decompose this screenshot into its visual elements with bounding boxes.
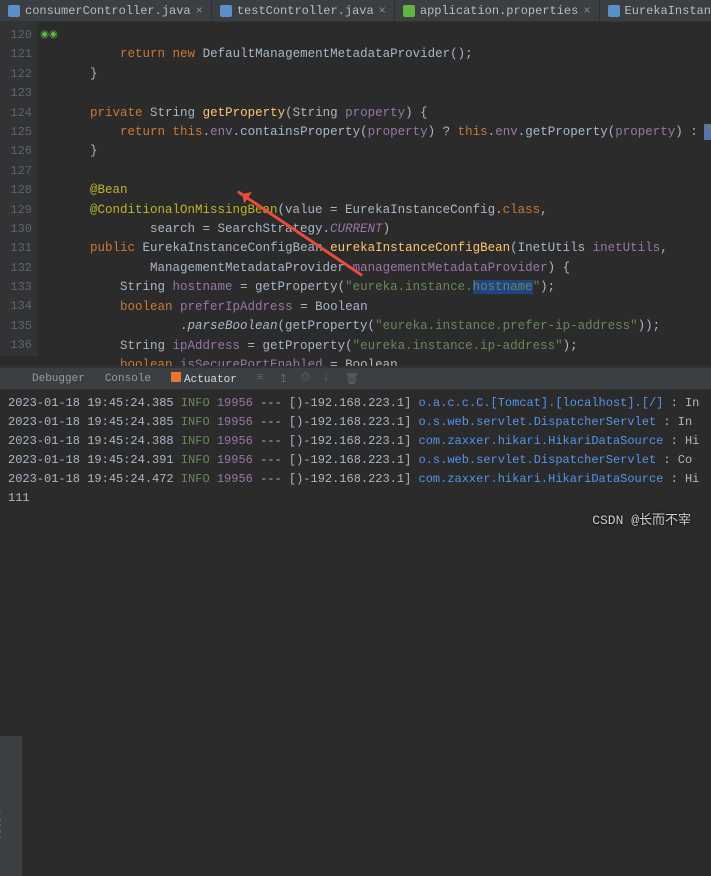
java-icon	[608, 5, 620, 17]
log-line: 2023-01-18 19:45:24.472 INFO 19956 --- […	[8, 470, 703, 489]
tab-config-bean[interactable]: EurekaInstanceConfigBean.java×	[600, 0, 711, 21]
actuator-icon	[171, 372, 181, 382]
panel-toolbar: ≡ ↥ ⎙ ↓ 🗑	[257, 372, 359, 386]
properties-icon	[403, 5, 415, 17]
close-icon[interactable]: ×	[196, 4, 203, 18]
tab-consumer[interactable]: consumerController.java×	[0, 0, 212, 21]
tab-console[interactable]: Console	[95, 373, 161, 385]
code-editor[interactable]: 1201211221231241251261271281291301311321…	[0, 22, 711, 366]
run-panel: :8084 Debugger Console Actuator ≡ ↥ ⎙ ↓ …	[0, 366, 711, 500]
gutter-marks: ◉◉	[38, 22, 60, 45]
scroll-to-end-icon[interactable]: ↥	[279, 372, 293, 386]
print-icon[interactable]: ⎙	[301, 372, 315, 386]
java-icon	[8, 5, 20, 17]
watermark: CSDN @长而不宰	[592, 509, 691, 528]
bean-gutter-icon: ◉◉	[38, 26, 60, 45]
java-icon	[220, 5, 232, 17]
line-gutter: 1201211221231241251261271281291301311321…	[0, 22, 38, 356]
log-line: 2023-01-18 19:45:24.385 INFO 19956 --- […	[8, 413, 703, 432]
panel-side-bar: :8084	[0, 736, 22, 876]
editor-tabs: consumerController.java× testController.…	[0, 0, 711, 22]
download-icon[interactable]: ↓	[323, 372, 337, 386]
port-label[interactable]: :8084	[0, 810, 5, 840]
log-line: 2023-01-18 19:45:24.391 INFO 19956 --- […	[8, 451, 703, 470]
log-line: 2023-01-18 19:45:24.388 INFO 19956 --- […	[8, 432, 703, 451]
log-line: 111	[8, 489, 703, 508]
close-icon[interactable]: ×	[583, 4, 590, 18]
tab-debugger[interactable]: Debugger	[22, 373, 95, 385]
soft-wrap-icon[interactable]: ≡	[257, 372, 271, 386]
code-content[interactable]: return new DefaultManagementMetadataProv…	[60, 26, 711, 366]
panel-tabs: Debugger Console Actuator ≡ ↥ ⎙ ↓ 🗑	[0, 368, 711, 390]
log-line: 2023-01-18 19:45:24.385 INFO 19956 --- […	[8, 394, 703, 413]
clear-icon[interactable]: 🗑	[345, 372, 359, 386]
tab-properties[interactable]: application.properties×	[395, 0, 600, 21]
tab-actuator[interactable]: Actuator	[161, 372, 247, 386]
tab-test[interactable]: testController.java×	[212, 0, 395, 21]
console-log[interactable]: 2023-01-18 19:45:24.385 INFO 19956 --- […	[0, 390, 711, 512]
close-icon[interactable]: ×	[379, 4, 386, 18]
